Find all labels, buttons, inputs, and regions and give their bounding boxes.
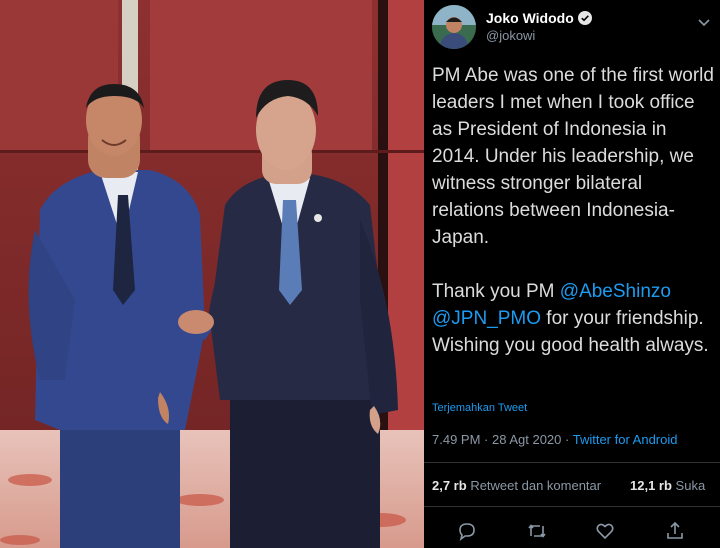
- verified-badge-icon: [577, 11, 592, 25]
- retweets-stat[interactable]: 2,7 rb Retweet dan komentar: [432, 478, 601, 493]
- tweet-header: Joko Widodo @jokowi: [432, 4, 592, 50]
- meta-separator: ·: [480, 432, 492, 447]
- avatar[interactable]: [432, 5, 476, 49]
- avatar-image: [432, 5, 476, 49]
- tweet-panel: Joko Widodo @jokowi PM Abe was one of th…: [424, 0, 720, 548]
- photo-illustration: [0, 0, 424, 548]
- retweets-count: 2,7 rb: [432, 478, 467, 493]
- tweet-date[interactable]: 28 Agt 2020: [492, 432, 561, 447]
- likes-label: Suka: [675, 478, 706, 493]
- tweet-actions: [424, 520, 720, 544]
- likes-count: 12,1 rb: [630, 478, 672, 493]
- client-link[interactable]: Twitter for Android: [573, 432, 678, 447]
- display-name[interactable]: Joko Widodo: [486, 9, 574, 27]
- mention-link[interactable]: @AbeShinzo: [560, 281, 671, 302]
- retweet-icon[interactable]: [526, 520, 548, 542]
- tweet-text-prefix: Thank you PM: [432, 281, 560, 302]
- tweet-paragraph-2: Thank you PM @AbeShinzo @JPN_PMO for your…: [432, 278, 714, 359]
- divider: [424, 506, 720, 507]
- reply-icon[interactable]: [456, 520, 478, 542]
- tweet-paragraph-1: PM Abe was one of the first world leader…: [432, 65, 714, 248]
- tweet-photo[interactable]: [0, 0, 424, 548]
- chevron-down-icon[interactable]: [696, 14, 712, 30]
- likes-stat[interactable]: 12,1 rb Suka: [630, 478, 705, 493]
- tweet-time[interactable]: 7.49 PM: [432, 432, 480, 447]
- mention-link[interactable]: @JPN_PMO: [432, 308, 541, 329]
- translate-link[interactable]: Terjemahkan Tweet: [432, 402, 527, 414]
- heart-icon[interactable]: [594, 520, 616, 542]
- tweet-text: PM Abe was one of the first world leader…: [432, 62, 714, 359]
- divider: [424, 462, 720, 463]
- share-icon[interactable]: [664, 520, 686, 542]
- user-handle[interactable]: @jokowi: [486, 27, 592, 45]
- meta-separator: ·: [561, 432, 573, 447]
- retweets-label: Retweet dan komentar: [470, 478, 602, 493]
- tweet-stats: 2,7 rb Retweet dan komentar 12,1 rb Suka: [432, 478, 714, 493]
- tweet-meta: 7.49 PM · 28 Agt 2020 · Twitter for Andr…: [432, 432, 678, 447]
